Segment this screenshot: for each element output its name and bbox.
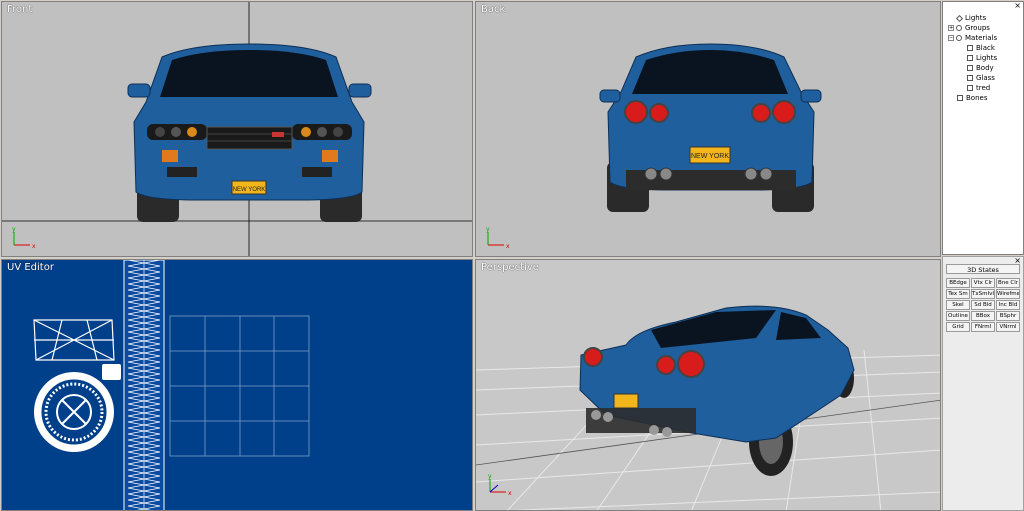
state-button-grid[interactable]: Grid — [946, 322, 970, 332]
viewport-title-perspective: Perspective — [481, 262, 539, 273]
back-view-canvas: NEW YORK x y — [486, 43, 822, 250]
tree-item-material-tred[interactable]: tred — [967, 83, 990, 93]
state-button-tex-sm[interactable]: Tex Sm — [946, 289, 970, 299]
state-button-bbox[interactable]: BBox — [971, 311, 995, 321]
bone-icon — [957, 95, 963, 101]
3d-states-panel: × 3D States BEdge Vtx Clr Bne Clr Tex Sm… — [942, 256, 1024, 511]
uv-editor-viewport[interactable]: UV Editor — [1, 259, 473, 511]
front-viewport[interactable]: Front NEW YORK x y — [1, 1, 473, 257]
state-button-bsphr[interactable]: BSphr — [996, 311, 1020, 321]
tree-item-material-body[interactable]: Body — [967, 63, 994, 73]
state-button-txsmivir[interactable]: TxSmIvIr — [971, 289, 995, 299]
svg-text:y: y — [488, 473, 492, 480]
state-button-bedge[interactable]: BEdge — [946, 278, 970, 288]
material-swatch-icon — [967, 55, 973, 61]
tree-item-material-lights[interactable]: Lights — [967, 53, 997, 63]
diamond-icon — [955, 14, 964, 22]
scene-tree-panel: × Lights + Groups − Materials Black Lights… — [942, 1, 1024, 255]
states-panel-title: 3D States — [946, 264, 1020, 274]
svg-text:x: x — [32, 243, 36, 250]
state-button-outline[interactable]: Outline — [946, 311, 970, 321]
viewport-title-front: Front — [7, 4, 33, 15]
state-button-sd-bld[interactable]: Sd Bld — [971, 300, 995, 310]
group-icon — [956, 25, 962, 31]
back-license-plate: NEW YORK — [691, 153, 729, 160]
expand-icon[interactable]: + — [948, 25, 954, 31]
svg-text:y: y — [486, 226, 490, 233]
perspective-viewport[interactable]: Perspective x y — [475, 259, 941, 511]
scene-tree-close-icon[interactable]: × — [1014, 1, 1021, 10]
back-viewport[interactable]: Back NEW YORK x y — [475, 1, 941, 257]
perspective-canvas: x y — [476, 305, 940, 510]
svg-text:y: y — [12, 226, 16, 233]
viewport-title-uv-editor: UV Editor — [7, 262, 54, 273]
tree-item-material-black[interactable]: Black — [967, 43, 995, 53]
collapse-icon[interactable]: − — [948, 35, 954, 41]
material-swatch-icon — [967, 45, 973, 51]
tree-item-material-glass[interactable]: Glass — [967, 73, 995, 83]
material-swatch-icon — [967, 85, 973, 91]
tree-item-groups[interactable]: + Groups — [948, 23, 990, 33]
state-button-inc-bld[interactable]: Inc Bld — [996, 300, 1020, 310]
svg-text:x: x — [506, 243, 510, 250]
state-button-wirefme[interactable]: Wirefme — [996, 289, 1020, 299]
material-swatch-icon — [967, 65, 973, 71]
state-button-vnrml[interactable]: VNrml — [996, 322, 1020, 332]
uv-canvas — [33, 260, 310, 510]
state-button-bne-clr[interactable]: Bne Clr — [996, 278, 1020, 288]
state-button-fnrml[interactable]: FNrml — [971, 322, 995, 332]
tree-item-materials[interactable]: − Materials — [948, 33, 997, 43]
state-button-vtx-clr[interactable]: Vtx Clr — [971, 278, 995, 288]
material-sphere-icon — [956, 35, 962, 41]
viewport-title-back: Back — [481, 4, 506, 15]
svg-text:x: x — [508, 490, 512, 497]
tree-item-lights[interactable]: Lights — [955, 13, 986, 23]
front-view-canvas: NEW YORK x y — [2, 2, 472, 256]
material-swatch-icon — [967, 75, 973, 81]
tree-item-bones[interactable]: Bones — [957, 93, 987, 103]
front-license-plate: NEW YORK — [233, 187, 266, 193]
state-button-skel[interactable]: Skel — [946, 300, 970, 310]
